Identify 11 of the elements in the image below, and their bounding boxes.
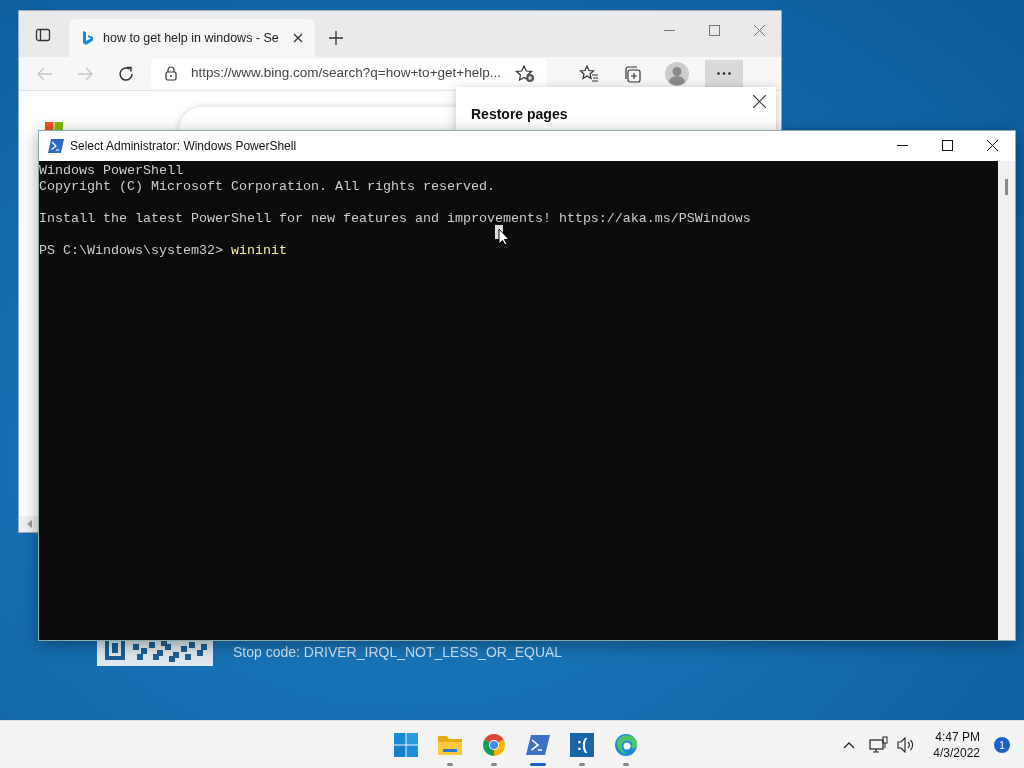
sad-face-icon: :( <box>570 733 594 757</box>
window-title: Select Administrator: Windows PowerShell <box>70 138 297 155</box>
stop-code-text: Stop code: DRIVER_IRQL_NOT_LESS_OR_EQUAL <box>233 643 563 662</box>
console-line: Copyright (C) Microsoft Corporation. All rights reserved. <box>39 179 496 195</box>
console-line: Windows PowerShell <box>39 163 184 179</box>
console-line: Install the latest PowerShell for new features and improvements! https://aka.ms/PSWindows <box>39 211 752 227</box>
url-text: https://www.bing.com/search?q=how+to+get+help... <box>191 64 501 83</box>
console-prompt: PS C:\Windows\system32> <box>39 243 223 259</box>
tab-title: how to get help in windows - Se <box>103 29 280 47</box>
console-command: wininit <box>230 243 287 259</box>
popup-title: Restore pages <box>471 105 568 124</box>
